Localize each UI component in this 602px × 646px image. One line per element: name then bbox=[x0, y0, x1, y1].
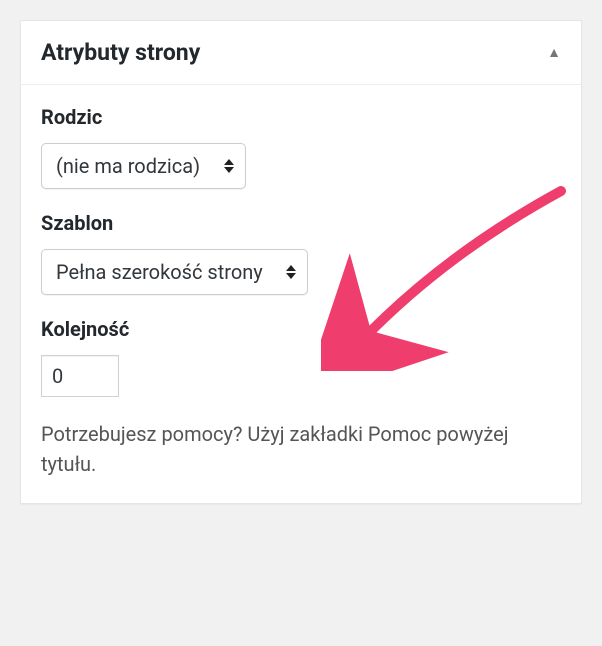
collapse-icon: ▲ bbox=[547, 44, 561, 61]
parent-field: Rodzic (nie ma rodzica) bbox=[41, 105, 561, 189]
template-field: Szablon Pełna szerokość strony bbox=[41, 211, 561, 295]
panel-title: Atrybuty strony bbox=[41, 39, 200, 66]
help-text: Potrzebujesz pomocy? Użyj zakładki Pomoc… bbox=[41, 419, 561, 479]
template-label: Szablon bbox=[41, 211, 561, 235]
panel-body: Rodzic (nie ma rodzica) Szablon Pełna sz… bbox=[21, 85, 581, 503]
panel-header[interactable]: Atrybuty strony ▲ bbox=[21, 21, 581, 85]
order-input[interactable] bbox=[41, 355, 119, 397]
parent-label: Rodzic bbox=[41, 105, 561, 129]
page-attributes-panel: Atrybuty strony ▲ Rodzic (nie ma rodzica… bbox=[20, 20, 582, 504]
template-select-wrap: Pełna szerokość strony bbox=[41, 249, 308, 295]
order-field: Kolejność bbox=[41, 317, 561, 397]
order-label: Kolejność bbox=[41, 317, 561, 341]
template-select[interactable]: Pełna szerokość strony bbox=[41, 249, 308, 295]
parent-select-wrap: (nie ma rodzica) bbox=[41, 143, 246, 189]
parent-select[interactable]: (nie ma rodzica) bbox=[41, 143, 246, 189]
